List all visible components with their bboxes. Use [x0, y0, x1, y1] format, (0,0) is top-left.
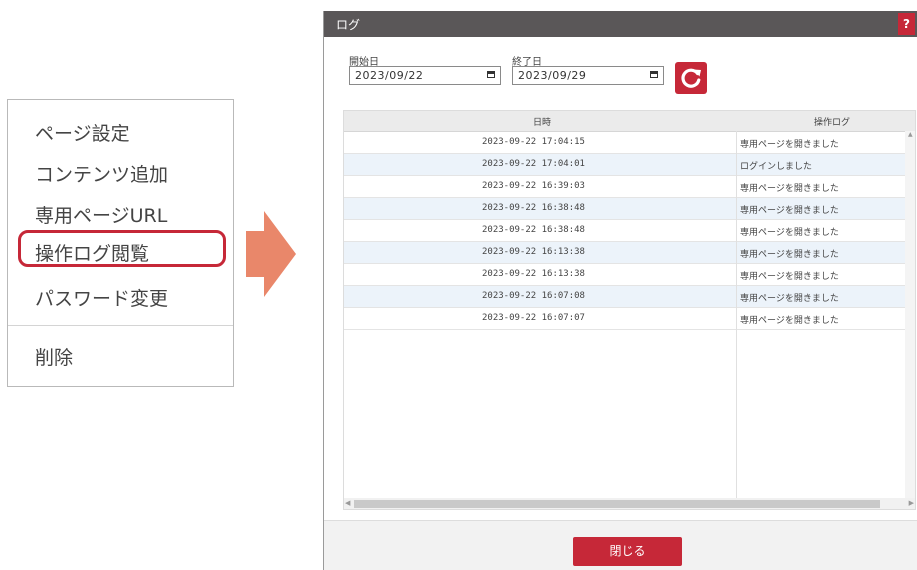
- column-separator: [736, 131, 737, 509]
- column-header-log[interactable]: 操作ログ: [814, 115, 850, 128]
- table-row[interactable]: 2023-09-22 16:07:07 専用ページを開きました: [344, 308, 915, 330]
- cell-message: 専用ページを開きました: [740, 206, 839, 216]
- horizontal-scrollbar[interactable]: ◀ ▶: [344, 498, 915, 509]
- scroll-right-icon[interactable]: ▶: [909, 499, 914, 507]
- start-date-input[interactable]: 2023/09/22: [349, 66, 501, 85]
- cell-message: ログインしました: [740, 162, 813, 172]
- cell-datetime: 2023-09-22 16:07:07: [482, 313, 585, 323]
- table-row[interactable]: 2023-09-22 16:38:48 専用ページを開きました: [344, 198, 915, 220]
- cell-datetime: 2023-09-22 16:39:03: [482, 181, 585, 191]
- menu-item-page-settings[interactable]: ページ設定: [35, 119, 130, 146]
- cell-datetime: 2023-09-22 16:13:38: [482, 269, 585, 279]
- table-row[interactable]: 2023-09-22 16:38:48 専用ページを開きました: [344, 220, 915, 242]
- menu-item-change-password[interactable]: パスワード変更: [35, 284, 168, 311]
- cell-datetime: 2023-09-22 16:38:48: [482, 203, 585, 213]
- highlight-box: [18, 230, 226, 267]
- menu-divider: [8, 325, 233, 326]
- cell-datetime: 2023-09-22 16:13:38: [482, 247, 585, 257]
- log-dialog: ログ ? 開始日 2023/09/22 終了日 2023/09/29 日時 操作…: [323, 11, 917, 570]
- end-date-input[interactable]: 2023/09/29: [512, 66, 664, 85]
- arrow-right-icon: [246, 211, 296, 297]
- vertical-scrollbar[interactable]: ▲: [905, 131, 915, 501]
- table-row[interactable]: 2023-09-22 16:07:08 専用ページを開きました: [344, 286, 915, 308]
- table-row[interactable]: 2023-09-22 16:13:38 専用ページを開きました: [344, 264, 915, 286]
- cell-message: 専用ページを開きました: [740, 140, 839, 150]
- table-row[interactable]: 2023-09-22 17:04:15 専用ページを開きました: [344, 132, 915, 154]
- menu-item-dedicated-url[interactable]: 専用ページURL: [35, 201, 167, 228]
- menu-item-delete[interactable]: 削除: [35, 343, 73, 370]
- scroll-up-icon[interactable]: ▲: [908, 131, 913, 138]
- column-header-datetime[interactable]: 日時: [533, 115, 551, 128]
- table-row[interactable]: 2023-09-22 16:39:03 専用ページを開きました: [344, 176, 915, 198]
- log-table: 日時 操作ログ 2023-09-22 17:04:15 専用ページを開きました …: [343, 110, 916, 510]
- scroll-thumb[interactable]: [354, 500, 880, 508]
- refresh-button[interactable]: [675, 62, 707, 94]
- table-header: 日時 操作ログ: [344, 111, 915, 132]
- table-row[interactable]: 2023-09-22 16:13:38 専用ページを開きました: [344, 242, 915, 264]
- menu-item-add-content[interactable]: コンテンツ追加: [35, 160, 168, 187]
- calendar-icon[interactable]: [650, 71, 658, 78]
- refresh-icon: [681, 68, 701, 88]
- table-row[interactable]: 2023-09-22 17:04:01 ログインしました: [344, 154, 915, 176]
- end-date-value: 2023/09/29: [518, 69, 587, 82]
- help-button[interactable]: ?: [898, 13, 915, 35]
- cell-message: 専用ページを開きました: [740, 228, 839, 238]
- cell-message: 専用ページを開きました: [740, 294, 839, 304]
- close-button[interactable]: 閉じる: [573, 537, 682, 566]
- start-date-value: 2023/09/22: [355, 69, 424, 82]
- cell-datetime: 2023-09-22 17:04:01: [482, 159, 585, 169]
- cell-datetime: 2023-09-22 16:07:08: [482, 291, 585, 301]
- cell-datetime: 2023-09-22 17:04:15: [482, 137, 585, 147]
- dialog-title: ログ: [336, 18, 361, 32]
- calendar-icon[interactable]: [487, 71, 495, 78]
- cell-datetime: 2023-09-22 16:38:48: [482, 225, 585, 235]
- cell-message: 専用ページを開きました: [740, 316, 839, 326]
- cell-message: 専用ページを開きました: [740, 184, 839, 194]
- dialog-titlebar: ログ ?: [324, 11, 917, 37]
- scroll-left-icon[interactable]: ◀: [345, 499, 350, 507]
- dialog-footer: 閉じる: [324, 520, 917, 570]
- cell-message: 専用ページを開きました: [740, 272, 839, 282]
- cell-message: 専用ページを開きました: [740, 250, 839, 260]
- context-menu: ページ設定 コンテンツ追加 専用ページURL 操作ログ閲覧 パスワード変更 削除: [7, 99, 234, 387]
